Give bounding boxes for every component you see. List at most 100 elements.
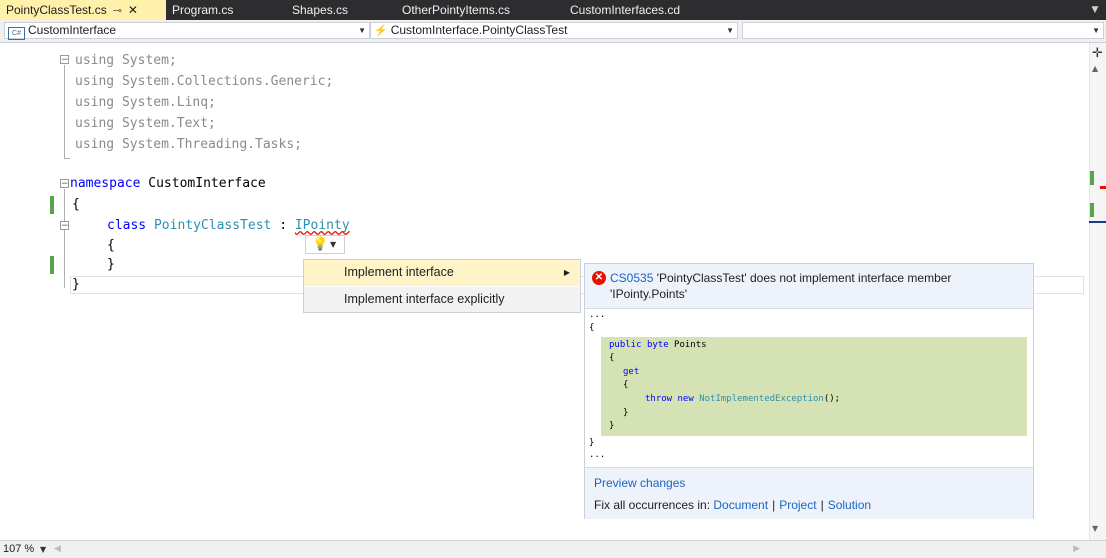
interface-name-error[interactable]: IPointy: [295, 218, 350, 233]
change-marker: [1090, 171, 1094, 185]
tab-program[interactable]: Program.cs: [166, 0, 286, 20]
tab-label: OtherPointyItems.cs: [402, 3, 511, 17]
exception-type: NotImplementedException: [699, 394, 824, 404]
document-tab-strip: PointyClassTest.cs ⊸ ✕ Program.cs Shapes.c…: [0, 0, 1106, 20]
scope-separator: |: [820, 498, 824, 512]
navigation-bar: C# CustomInterface ▼ ⚡ CustomInterface.Poi…: [0, 20, 1106, 43]
type-dropdown-value: CustomInterface.PointyClassTest: [390, 23, 568, 37]
chevron-down-icon: ▼: [330, 240, 337, 249]
tab-overflow-icon[interactable]: ▼: [1088, 0, 1102, 20]
get-keyword: get: [623, 367, 640, 377]
tab-shapes[interactable]: Shapes.cs: [286, 0, 396, 20]
chevron-down-icon: ▼: [1092, 26, 1100, 35]
code-line-using: using System;: [75, 53, 177, 68]
preview-header: ✕ CS0535 'PointyClassTest' does not impl…: [585, 264, 1033, 309]
scroll-right-icon[interactable]: ▶: [1073, 542, 1080, 557]
fix-scope-document-link[interactable]: Document: [713, 498, 768, 512]
menu-item-label: Implement interface: [344, 265, 454, 279]
tab-label: Program.cs: [172, 3, 234, 17]
namespace-name: CustomInterface: [140, 176, 266, 191]
scope-separator: |: [772, 498, 776, 512]
collapse-class-icon[interactable]: −: [60, 221, 69, 231]
class-name: PointyClassTest: [153, 218, 272, 233]
property-name: Points: [668, 340, 707, 350]
change-marker: [50, 196, 54, 214]
code-line-using: using System.Collections.Generic;: [75, 74, 334, 89]
project-dropdown-value: CustomInterface: [28, 23, 117, 37]
fix-scope-solution-link[interactable]: Solution: [828, 498, 871, 512]
scroll-down-icon[interactable]: ▼: [1092, 524, 1098, 533]
fix-scope-project-link[interactable]: Project: [779, 498, 816, 512]
code-line-brace: }: [107, 257, 115, 272]
preview-code: ... { public byte Points { get { throw n…: [585, 309, 1033, 467]
split-icon[interactable]: ✛: [1091, 47, 1104, 60]
error-message: CS0535 'PointyClassTest' does not implem…: [610, 270, 1025, 302]
type-dropdown[interactable]: ⚡ CustomInterface.PointyClassTest ▼: [370, 22, 738, 39]
call-parens: ();: [823, 394, 841, 404]
collapse-namespace-icon[interactable]: −: [60, 179, 69, 189]
class-keyword: class: [107, 218, 147, 233]
tab-pointyclasstest[interactable]: PointyClassTest.cs ⊸ ✕: [0, 0, 166, 20]
preview-line: {: [623, 380, 629, 390]
tab-custominterfaces[interactable]: CustomInterfaces.cd: [564, 0, 734, 20]
code-line-using: using System.Text;: [75, 116, 216, 131]
submenu-arrow-icon: ▶: [563, 268, 570, 277]
preview-line: ...: [589, 310, 606, 320]
throw-keyword: throw: [645, 394, 673, 404]
member-dropdown[interactable]: ▼: [742, 22, 1104, 39]
preview-changes-link[interactable]: Preview changes: [594, 476, 685, 490]
chevron-down-icon: ▼: [726, 26, 734, 35]
code-line-namespace: namespace CustomInterface: [70, 174, 266, 193]
byte-keyword: byte: [646, 340, 669, 350]
class-icon: ⚡: [374, 25, 388, 37]
error-marker: [1100, 186, 1106, 189]
zoom-level[interactable]: 107 %: [3, 542, 34, 557]
public-keyword: public: [609, 340, 642, 350]
preview-line: ...: [589, 450, 606, 460]
code-line-brace: {: [72, 197, 80, 212]
preview-pane: ✕ CS0535 'PointyClassTest' does not impl…: [584, 263, 1034, 519]
chevron-down-icon[interactable]: ▼: [40, 542, 46, 557]
error-code-link[interactable]: CS0535: [610, 271, 653, 285]
chevron-down-icon: ▼: [358, 26, 366, 35]
scroll-up-icon[interactable]: ▲: [1092, 64, 1098, 73]
editor-bottom-bar: 107 % ▼ ◀ ▶: [0, 540, 1106, 558]
preview-line: {: [609, 353, 615, 363]
preview-footer: Preview changes Fix all occurrences in: …: [585, 467, 1033, 519]
preview-line: }: [609, 421, 615, 431]
preview-line: }: [623, 408, 629, 418]
code-line-class: class PointyClassTest : IPointy: [107, 216, 350, 235]
error-icon: ✕: [592, 271, 606, 285]
menu-item-label: Implement interface explicitly: [344, 292, 505, 306]
preview-line: throw new NotImplementedException();: [645, 393, 840, 406]
tab-label: Shapes.cs: [292, 3, 349, 17]
preview-line: get: [623, 366, 639, 379]
outline-guide: [64, 65, 65, 158]
code-line-brace: }: [72, 277, 80, 292]
quick-actions-menu: Implement interface ▶ Implement interfac…: [303, 259, 581, 313]
namespace-keyword: namespace: [70, 176, 141, 191]
tab-label: PointyClassTest.cs: [6, 3, 107, 17]
menu-item-implement-interface[interactable]: Implement interface ▶: [304, 260, 580, 285]
code-line-brace: {: [107, 238, 115, 253]
new-keyword: new: [677, 394, 694, 404]
scroll-left-icon[interactable]: ◀: [54, 542, 61, 557]
lightbulb-button[interactable]: 💡 ▼: [305, 235, 345, 254]
lightbulb-icon: 💡: [312, 237, 329, 252]
csharp-project-icon: C#: [8, 27, 25, 40]
error-text: 'PointyClassTest' does not implement int…: [610, 271, 952, 301]
fix-all-label: Fix all occurrences in:: [594, 498, 714, 512]
preview-line: public byte Points: [609, 339, 707, 352]
collapse-using-icon[interactable]: −: [60, 55, 69, 65]
change-marker: [50, 256, 54, 274]
vertical-scrollbar[interactable]: [1089, 43, 1106, 540]
outline-guide: [64, 158, 70, 159]
close-icon[interactable]: ✕: [128, 0, 138, 20]
tab-otherpointyitems[interactable]: OtherPointyItems.cs: [396, 0, 564, 20]
pin-icon[interactable]: ⊸: [113, 1, 122, 21]
project-dropdown[interactable]: C# CustomInterface ▼: [4, 22, 370, 40]
menu-item-implement-interface-explicitly[interactable]: Implement interface explicitly: [304, 287, 580, 312]
tab-label: CustomInterfaces.cd: [570, 3, 681, 17]
change-marker: [1090, 203, 1094, 217]
colon: :: [271, 218, 295, 233]
